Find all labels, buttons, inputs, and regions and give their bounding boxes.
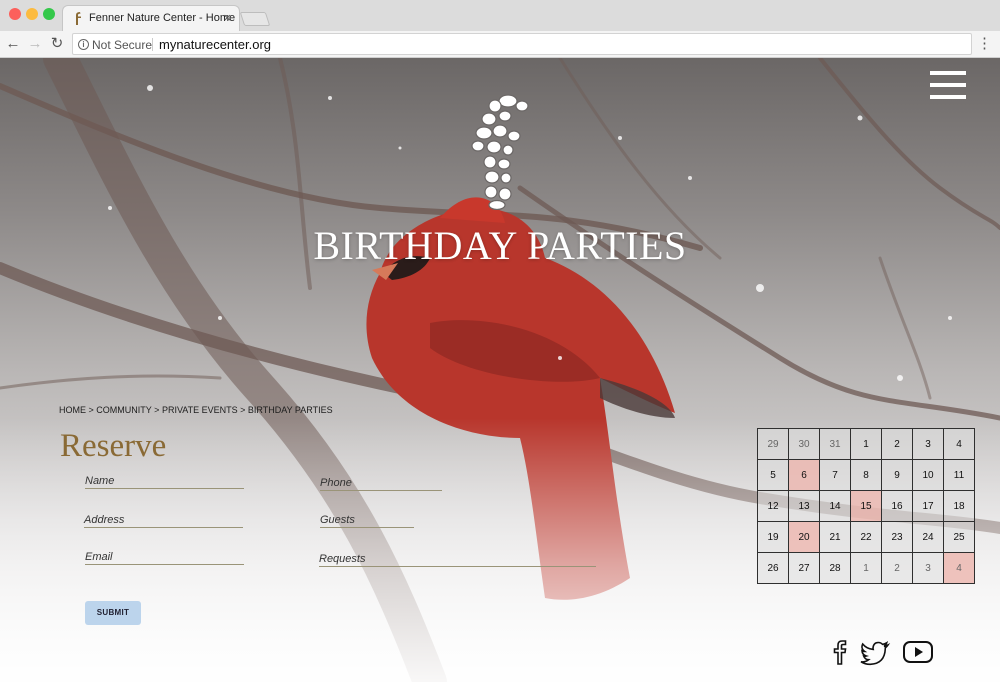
calendar-day[interactable]: 9 bbox=[881, 459, 913, 491]
calendar-week: 29 30 31 1 2 3 4 bbox=[757, 428, 975, 460]
favicon-icon bbox=[76, 12, 81, 25]
browser-menu-icon[interactable]: ⋮ bbox=[977, 34, 992, 52]
calendar-day[interactable]: 14 bbox=[819, 490, 851, 522]
calendar-day[interactable]: 7 bbox=[819, 459, 851, 491]
browser-tab-bar: Fenner Nature Center - Home × bbox=[0, 0, 1000, 31]
guests-label: Guests bbox=[320, 514, 355, 526]
requests-label: Requests bbox=[319, 553, 366, 565]
minimize-window-button[interactable] bbox=[26, 8, 38, 20]
breadcrumb-community[interactable]: COMMUNITY bbox=[96, 405, 151, 415]
url-text[interactable]: mynaturecenter.org bbox=[159, 37, 271, 52]
guests-field[interactable]: Guests bbox=[320, 513, 414, 528]
facebook-icon[interactable] bbox=[832, 638, 848, 666]
calendar-day[interactable]: 6 bbox=[788, 459, 820, 491]
email-label: Email bbox=[85, 551, 113, 563]
calendar-day[interactable]: 22 bbox=[850, 521, 882, 553]
url-divider bbox=[152, 38, 153, 51]
page-title: BIRTHDAY PARTIES bbox=[313, 223, 687, 268]
calendar-day[interactable]: 25 bbox=[943, 521, 975, 553]
calendar-week: 5 6 7 8 9 10 11 bbox=[757, 459, 975, 491]
name-field[interactable]: Name bbox=[85, 474, 244, 489]
phone-field[interactable]: Phone bbox=[320, 476, 442, 491]
calendar-day[interactable]: 13 bbox=[788, 490, 820, 522]
calendar-day[interactable]: 20 bbox=[788, 521, 820, 553]
calendar-day[interactable]: 12 bbox=[757, 490, 789, 522]
back-icon[interactable]: ← bbox=[4, 34, 22, 54]
breadcrumb-separator: > bbox=[240, 405, 246, 415]
calendar-day[interactable]: 16 bbox=[881, 490, 913, 522]
calendar-day[interactable]: 3 bbox=[912, 552, 944, 584]
calendar-week: 12 13 14 15 16 17 18 bbox=[757, 490, 975, 522]
calendar-day[interactable]: 4 bbox=[943, 552, 975, 584]
calendar-day[interactable]: 26 bbox=[757, 552, 789, 584]
forward-icon[interactable]: → bbox=[26, 34, 44, 54]
web-page: BIRTHDAY PARTIES HOME > COMMUNITY > PRIV… bbox=[0, 58, 1000, 682]
zoom-window-button[interactable] bbox=[43, 8, 55, 20]
calendar-day[interactable]: 15 bbox=[850, 490, 882, 522]
reserve-heading: Reserve bbox=[60, 428, 167, 464]
calendar-day[interactable]: 18 bbox=[943, 490, 975, 522]
phone-label: Phone bbox=[320, 477, 352, 489]
calendar-day[interactable]: 17 bbox=[912, 490, 944, 522]
new-tab-button[interactable] bbox=[239, 12, 271, 26]
stone-f-logo-icon bbox=[471, 94, 529, 210]
calendar-day[interactable]: 1 bbox=[850, 552, 882, 584]
calendar-day[interactable]: 27 bbox=[788, 552, 820, 584]
calendar-day[interactable]: 2 bbox=[881, 428, 913, 460]
calendar-day[interactable]: 28 bbox=[819, 552, 851, 584]
calendar-day[interactable]: 24 bbox=[912, 521, 944, 553]
twitter-icon[interactable] bbox=[859, 638, 891, 666]
address-label: Address bbox=[84, 514, 125, 526]
calendar-day[interactable]: 11 bbox=[943, 459, 975, 491]
calendar-day[interactable]: 30 bbox=[788, 428, 820, 460]
calendar-week: 26 27 28 1 2 3 4 bbox=[757, 552, 975, 584]
email-field[interactable]: Email bbox=[85, 550, 244, 565]
calendar-day[interactable]: 19 bbox=[757, 521, 789, 553]
address-bar[interactable]: i Not Secure mynaturecenter.org bbox=[72, 33, 972, 55]
tab-title: Fenner Nature Center - Home bbox=[89, 12, 236, 24]
submit-button[interactable]: SUBMIT bbox=[85, 601, 141, 625]
requests-field[interactable]: Requests bbox=[319, 551, 596, 567]
close-window-button[interactable] bbox=[9, 8, 21, 20]
name-label: Name bbox=[85, 475, 115, 487]
event-calendar: 29 30 31 1 2 3 4 5 6 7 8 9 10 11 12 13 14 15 16 17 18 19 20 21 2… bbox=[757, 428, 975, 584]
youtube-icon[interactable] bbox=[902, 638, 934, 666]
reload-icon[interactable]: ↻ bbox=[48, 34, 66, 54]
info-icon[interactable]: i bbox=[78, 39, 89, 50]
breadcrumb: HOME > COMMUNITY > PRIVATE EVENTS > BIRT… bbox=[59, 405, 333, 415]
breadcrumb-home[interactable]: HOME bbox=[59, 405, 86, 415]
calendar-day[interactable]: 31 bbox=[819, 428, 851, 460]
breadcrumb-separator: > bbox=[88, 405, 94, 415]
browser-toolbar: ← → ↻ i Not Secure mynaturecenter.org ⋮ bbox=[0, 31, 1000, 58]
calendar-day[interactable]: 21 bbox=[819, 521, 851, 553]
security-indicator[interactable]: Not Secure bbox=[92, 38, 152, 52]
tab-close-icon[interactable]: × bbox=[223, 10, 231, 25]
calendar-day[interactable]: 23 bbox=[881, 521, 913, 553]
address-field[interactable]: Address bbox=[84, 513, 243, 528]
breadcrumb-separator: > bbox=[154, 405, 160, 415]
calendar-day[interactable]: 8 bbox=[850, 459, 882, 491]
breadcrumb-private-events[interactable]: PRIVATE EVENTS bbox=[162, 405, 238, 415]
breadcrumb-birthday-parties[interactable]: BIRTHDAY PARTIES bbox=[248, 405, 333, 415]
calendar-day[interactable]: 10 bbox=[912, 459, 944, 491]
calendar-day[interactable]: 2 bbox=[881, 552, 913, 584]
calendar-day[interactable]: 29 bbox=[757, 428, 789, 460]
hamburger-menu-icon[interactable] bbox=[930, 71, 966, 99]
calendar-day[interactable]: 1 bbox=[850, 428, 882, 460]
calendar-day[interactable]: 5 bbox=[757, 459, 789, 491]
browser-tab[interactable]: Fenner Nature Center - Home × bbox=[62, 5, 240, 31]
calendar-day[interactable]: 3 bbox=[912, 428, 944, 460]
calendar-week: 19 20 21 22 23 24 25 bbox=[757, 521, 975, 553]
calendar-day[interactable]: 4 bbox=[943, 428, 975, 460]
